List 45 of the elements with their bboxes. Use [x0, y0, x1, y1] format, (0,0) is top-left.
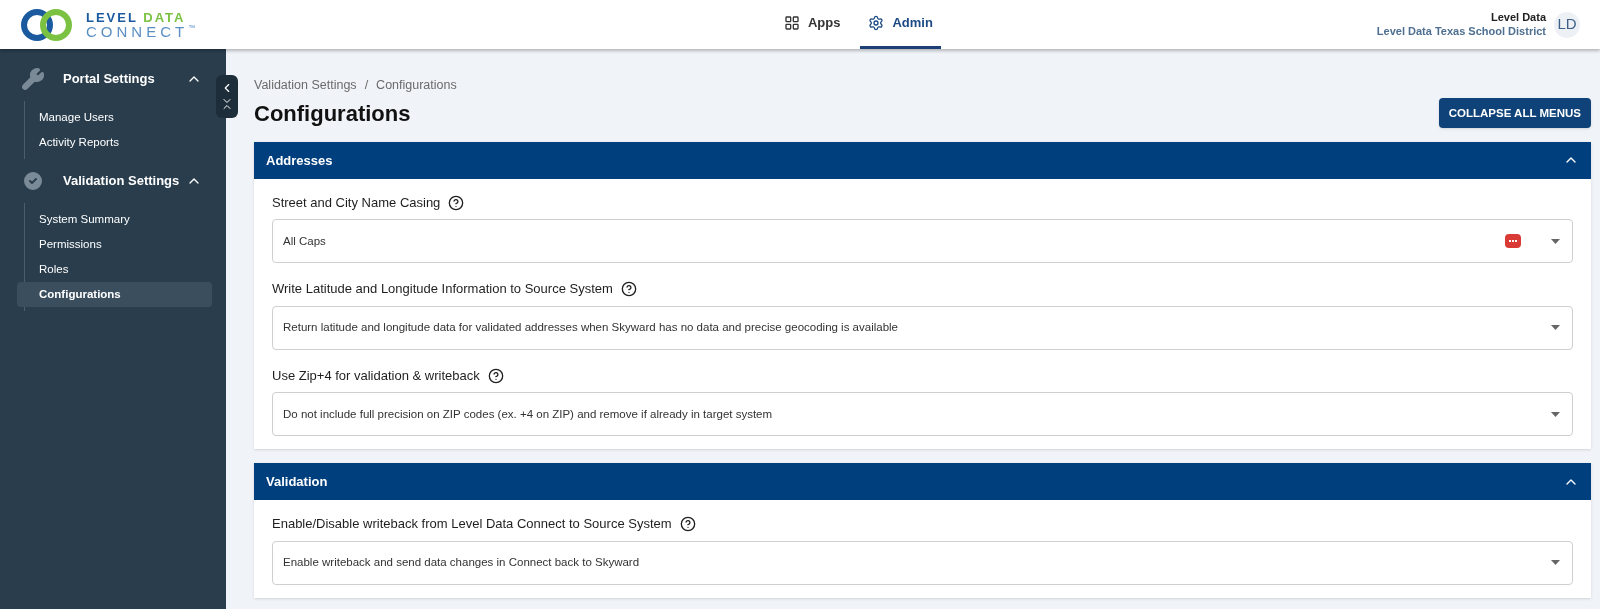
- grid-icon: [783, 15, 800, 31]
- nav-tab[interactable]: Apps: [775, 0, 849, 49]
- organization-name: Level Data Texas School District: [1376, 24, 1546, 39]
- select-field[interactable]: Do not include full precision on ZIP codes (ex. +4 on ZIP) and remove if already in target system: [272, 392, 1573, 437]
- select-field[interactable]: All Caps: [272, 219, 1573, 264]
- sidebar-item[interactable]: Manage Users: [17, 105, 212, 130]
- password-manager-icon[interactable]: [1505, 234, 1521, 249]
- dropdown-caret-icon: [1551, 325, 1560, 331]
- section-header[interactable]: Addresses: [254, 141, 1591, 179]
- sidebar-item[interactable]: Configurations: [17, 282, 212, 307]
- check-circle-icon: [21, 169, 45, 193]
- dropdown-caret-icon: [1551, 411, 1560, 417]
- field-label: Enable/Disable writeback from Level Data Connect to Source System: [272, 515, 672, 534]
- page-title: Configurations: [254, 99, 411, 128]
- select-field[interactable]: Return latitude and longitude data for validated addresses when Skyward has no data and precise geocoding is available: [272, 305, 1573, 350]
- sidebar-group[interactable]: Portal Settings: [0, 61, 212, 97]
- gear-icon: [868, 15, 885, 31]
- sidebar-group[interactable]: Validation Settings: [0, 163, 212, 199]
- sidebar-item[interactable]: Roles: [17, 257, 212, 282]
- field-label: Write Latitude and Longitude Information to Source System: [272, 280, 613, 299]
- select-field[interactable]: Enable writeback and send data changes in Connect back to Skyward: [272, 540, 1573, 585]
- logo-text: LEVEL DATA: [86, 10, 187, 24]
- sidebar-item[interactable]: System Summary: [17, 207, 212, 232]
- section-title: Validation: [266, 473, 328, 491]
- help-icon[interactable]: [448, 194, 465, 211]
- nav-tab[interactable]: Admin: [860, 0, 941, 49]
- sidebar-item[interactable]: Activity Reports: [17, 130, 212, 155]
- breadcrumb-link[interactable]: Validation Settings: [254, 76, 357, 95]
- section-header[interactable]: Validation: [254, 463, 1591, 501]
- help-icon[interactable]: [487, 367, 504, 384]
- collapse-all-button[interactable]: COLLAPSE ALL MENUS: [1438, 98, 1591, 129]
- section-title: Addresses: [266, 151, 333, 170]
- breadcrumb-separator: /: [364, 77, 369, 94]
- user-avatar[interactable]: LD: [1554, 11, 1580, 38]
- field-label: Use Zip+4 for validation & writeback: [272, 366, 480, 385]
- help-icon[interactable]: [679, 516, 696, 532]
- sidebar-item[interactable]: Permissions: [17, 232, 212, 257]
- help-icon[interactable]: [620, 281, 637, 297]
- breadcrumb-link[interactable]: Configurations: [376, 76, 457, 95]
- collapse-sidebar-toggle[interactable]: [216, 75, 238, 118]
- wrench-icon: [21, 67, 45, 91]
- dropdown-caret-icon: [1551, 560, 1560, 566]
- user-name: Level Data: [1490, 10, 1546, 25]
- dropdown-caret-icon: [1551, 238, 1560, 244]
- field-label: Street and City Name Casing: [272, 193, 441, 212]
